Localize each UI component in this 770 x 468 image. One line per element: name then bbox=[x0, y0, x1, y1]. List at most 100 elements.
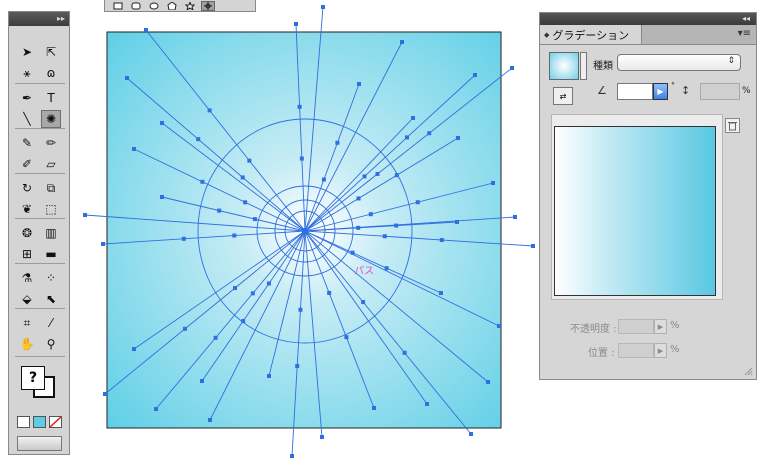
anchor-point[interactable] bbox=[350, 250, 355, 255]
ellipse-icon[interactable] bbox=[147, 1, 161, 11]
column-graph-tool-icon[interactable]: ▥ bbox=[41, 224, 61, 242]
anchor-point[interactable] bbox=[356, 196, 361, 201]
anchor-point[interactable] bbox=[473, 73, 477, 77]
anchor-point[interactable] bbox=[103, 392, 107, 396]
anchor-point[interactable] bbox=[247, 158, 252, 163]
panel-menu-icon[interactable]: ▾≡ bbox=[738, 28, 751, 39]
anchor-point[interactable] bbox=[233, 286, 237, 291]
anchor-point[interactable] bbox=[427, 131, 432, 136]
anchor-point[interactable] bbox=[439, 238, 444, 242]
free-transform-tool-icon[interactable]: ⬚ bbox=[41, 200, 61, 218]
anchor-point[interactable] bbox=[335, 140, 340, 145]
anchor-point[interactable] bbox=[207, 108, 212, 113]
anchor-point[interactable] bbox=[405, 135, 409, 140]
anchor-point[interactable] bbox=[183, 326, 187, 331]
gradient-swatch[interactable] bbox=[549, 52, 579, 80]
anchor-point[interactable] bbox=[298, 307, 303, 312]
anchor-point[interactable] bbox=[160, 121, 164, 125]
anchor-point[interactable] bbox=[132, 347, 136, 351]
anchor-point[interactable] bbox=[531, 244, 535, 248]
anchor-point[interactable] bbox=[513, 215, 517, 219]
anchor-point[interactable] bbox=[394, 173, 399, 178]
anchor-point[interactable] bbox=[200, 179, 205, 184]
paintbrush-tool-icon[interactable]: ✎ bbox=[17, 134, 37, 152]
anchor-point[interactable] bbox=[344, 335, 349, 340]
anchor-point[interactable] bbox=[297, 104, 302, 109]
resize-grip-icon[interactable] bbox=[744, 367, 753, 376]
expand-arrows-icon[interactable]: ▸▸ bbox=[57, 14, 65, 24]
anchor-point[interactable] bbox=[491, 181, 495, 185]
hand-tool-icon[interactable]: ✋ bbox=[17, 335, 37, 353]
anchor-point[interactable] bbox=[394, 223, 399, 228]
angle-input[interactable] bbox=[617, 83, 653, 100]
zoom-tool-icon[interactable]: ⚲ bbox=[41, 335, 61, 353]
flare-tool-icon[interactable]: ✺ bbox=[41, 110, 61, 128]
anchor-point[interactable] bbox=[327, 290, 332, 295]
fill-swatch[interactable]: ? bbox=[21, 366, 45, 390]
anchor-point[interactable] bbox=[425, 402, 429, 406]
color-mode-button[interactable] bbox=[17, 416, 30, 428]
anchor-point[interactable] bbox=[144, 28, 148, 32]
anchor-point[interactable] bbox=[196, 137, 201, 142]
aspect-ratio-input[interactable] bbox=[700, 83, 740, 100]
anchor-point[interactable] bbox=[455, 220, 459, 224]
anchor-point[interactable] bbox=[208, 418, 212, 422]
anchor-point[interactable] bbox=[510, 66, 514, 70]
anchor-point[interactable] bbox=[372, 406, 376, 410]
opacity-input[interactable] bbox=[618, 319, 654, 334]
anchor-point[interactable] bbox=[361, 300, 366, 305]
anchor-point[interactable] bbox=[181, 236, 186, 241]
anchor-point[interactable] bbox=[439, 291, 443, 295]
anchor-point[interactable] bbox=[240, 175, 245, 180]
anchor-point[interactable] bbox=[357, 82, 361, 86]
pencil-tool-icon[interactable]: ✏ bbox=[41, 134, 61, 152]
anchor-point[interactable] bbox=[415, 200, 420, 205]
symbol-sprayer-tool-icon[interactable]: ❂ bbox=[17, 224, 37, 242]
anchor-point[interactable] bbox=[497, 324, 501, 328]
anchor-point[interactable] bbox=[232, 233, 237, 238]
anchor-point[interactable] bbox=[384, 266, 389, 271]
eraser-tool-icon[interactable]: ▱ bbox=[41, 155, 61, 173]
type-tool-icon[interactable]: T bbox=[41, 89, 61, 107]
anchor-point[interactable] bbox=[266, 281, 271, 286]
gradient-tool-icon[interactable]: ▬ bbox=[41, 245, 61, 263]
magic-wand-tool-icon[interactable]: ⚹ bbox=[17, 64, 37, 82]
live-paint-selection-tool-icon[interactable]: ⬉ bbox=[41, 290, 61, 308]
fill-stroke-selector[interactable]: ? bbox=[19, 364, 65, 408]
delete-stop-icon[interactable] bbox=[725, 118, 740, 133]
none-mode-button[interactable] bbox=[49, 416, 62, 428]
gradient-type-select[interactable]: ⇕ bbox=[617, 54, 741, 71]
anchor-point[interactable] bbox=[362, 174, 367, 179]
anchor-point[interactable] bbox=[160, 195, 164, 199]
location-dropdown-button[interactable]: ▶ bbox=[654, 343, 667, 358]
anchor-point[interactable] bbox=[456, 136, 460, 140]
anchor-point[interactable] bbox=[356, 225, 361, 230]
anchor-point[interactable] bbox=[321, 5, 325, 9]
blob-brush-tool-icon[interactable]: ✐ bbox=[17, 155, 37, 173]
collapse-icon[interactable]: ◂◂ bbox=[742, 13, 750, 25]
anchor-point[interactable] bbox=[400, 40, 404, 44]
anchor-point[interactable] bbox=[411, 116, 415, 120]
selection-tool-icon[interactable]: ➤ bbox=[17, 43, 37, 61]
anchor-point[interactable] bbox=[375, 171, 380, 176]
anchor-point[interactable] bbox=[321, 177, 326, 182]
anchor-point[interactable] bbox=[101, 242, 105, 246]
angle-dropdown-button[interactable]: ▶ bbox=[653, 83, 668, 100]
anchor-point[interactable] bbox=[290, 454, 294, 458]
swatch-dropdown-button[interactable] bbox=[580, 52, 587, 80]
pen-tool-icon[interactable]: ✒ bbox=[17, 89, 37, 107]
tools-panel-header[interactable]: ▸▸ bbox=[9, 12, 69, 26]
artwork-canvas[interactable]: パス bbox=[0, 0, 540, 468]
opacity-dropdown-button[interactable]: ▶ bbox=[654, 319, 667, 334]
blend-tool-icon[interactable]: ⁘ bbox=[41, 269, 61, 287]
flare-icon[interactable] bbox=[201, 0, 215, 11]
panel-toggle-icon[interactable]: ◆ bbox=[544, 31, 549, 39]
scale-tool-icon[interactable]: ⧉ bbox=[41, 179, 61, 197]
location-input[interactable] bbox=[618, 343, 654, 358]
direct-selection-tool-icon[interactable]: ⇱ bbox=[41, 43, 61, 61]
anchor-point[interactable] bbox=[213, 335, 218, 340]
warp-tool-icon[interactable]: ❦ bbox=[17, 200, 37, 218]
flare-center-anchor[interactable] bbox=[302, 228, 308, 234]
anchor-point[interactable] bbox=[382, 234, 387, 239]
panel-titlebar[interactable]: ◂◂ bbox=[540, 13, 756, 25]
